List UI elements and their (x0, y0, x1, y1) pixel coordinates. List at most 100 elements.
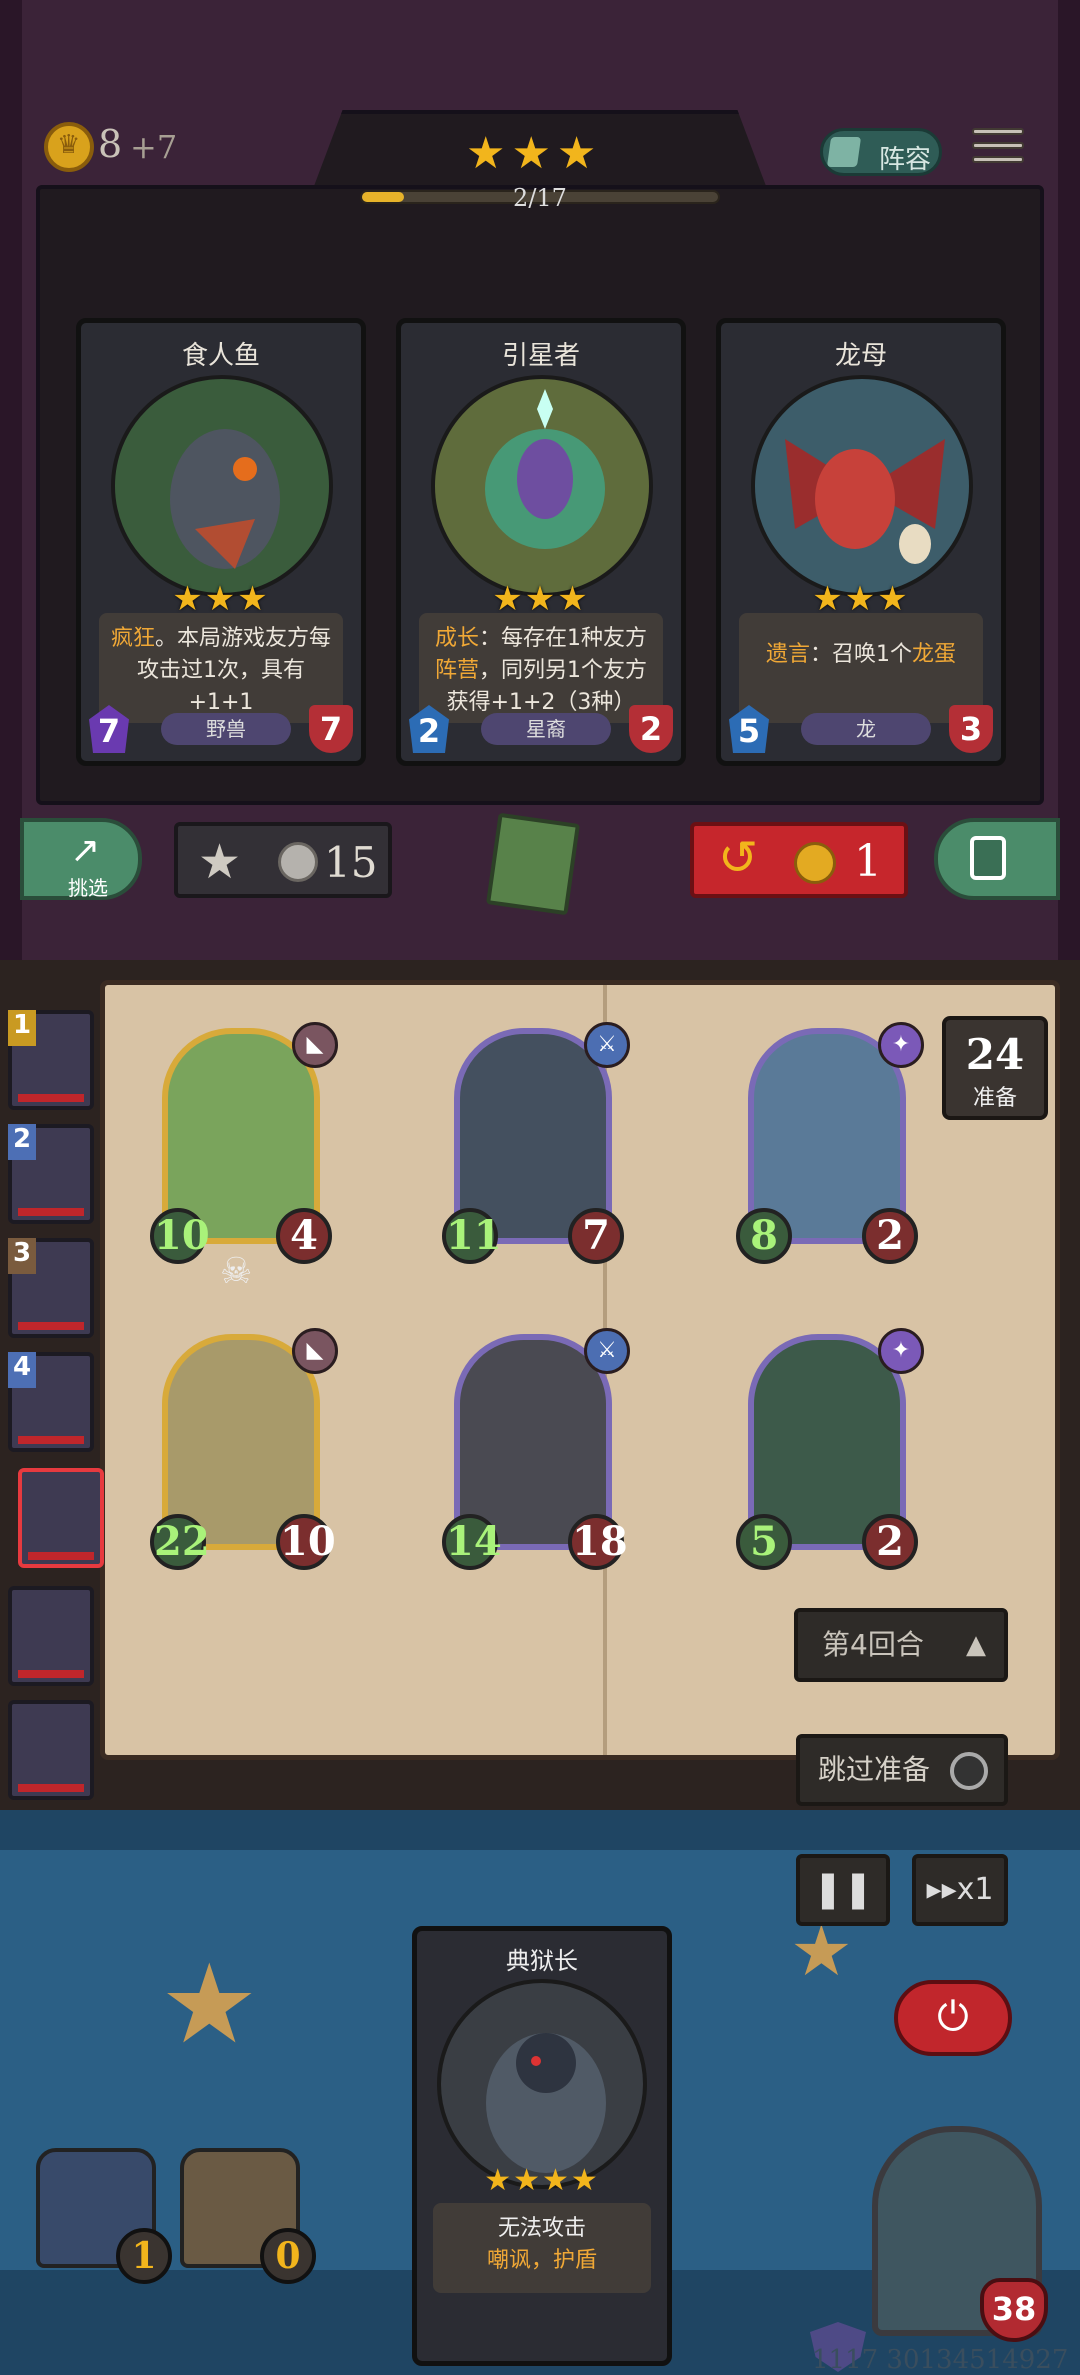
unit-health: 2 (862, 1514, 918, 1570)
lineup-button[interactable]: 阵容 (820, 128, 942, 176)
menu-icon[interactable] (972, 128, 1024, 176)
gold-coin-icon (44, 122, 94, 172)
skip-ready-label: 跳过准备 (818, 1753, 931, 1786)
tavern-stars: ★★★ (466, 128, 603, 179)
board-unit-moth[interactable]: ◣ 22 10 (150, 1328, 338, 1570)
card-description: 遗言：召唤1个龙蛋 (739, 613, 983, 723)
board-unit-crab[interactable]: ✦ 8 2 (736, 1022, 924, 1264)
unit-attack: 5 (736, 1514, 792, 1570)
select-label: 挑选 (68, 876, 108, 900)
lock-shop-button[interactable] (934, 818, 1060, 900)
unit-health: 7 (568, 1208, 624, 1264)
card-name: 龙母 (834, 341, 887, 371)
fast-forward-icon: ▸▸ (926, 1872, 957, 1907)
shop-card-piranha[interactable]: 食人鱼 ★★★ 疯狂。本局游戏友方每攻击过1次，具有+1+1 7 野兽 7 (76, 318, 366, 766)
pause-button[interactable]: ❚❚ (796, 1854, 890, 1926)
board-unit-viking[interactable]: ⚔ 14 18 (442, 1328, 630, 1570)
unit-attack: 8 (736, 1208, 792, 1264)
card-tribe: 龙 (801, 713, 931, 745)
treasure-chest-right[interactable]: 0 (180, 2148, 316, 2284)
gold-amount: 8 (98, 122, 123, 166)
power-icon: ⏻ (937, 1994, 969, 2040)
lineup-book-icon (826, 137, 862, 167)
sword-tribe-icon: ⚔ (584, 1328, 630, 1374)
beast-tribe-icon: ◣ (292, 1328, 338, 1374)
shop-frame-left (0, 0, 22, 960)
shop-card-starcaller[interactable]: 引星者 ★★★ 成长：每存在1种友方阵营，同列另1个友方获得+1+2（3种） 2… (396, 318, 686, 766)
skip-ready-toggle[interactable]: 跳过准备 (796, 1734, 1008, 1806)
gold-income: +7 (130, 128, 178, 166)
unit-attack: 14 (442, 1514, 502, 1570)
card-name: 食人鱼 (181, 341, 260, 371)
book-icon (485, 812, 581, 916)
unit-attack: 22 (150, 1514, 210, 1570)
card-name: 引星者 (501, 341, 580, 371)
dragon-mother-art (751, 375, 973, 597)
unit-attack: 11 (442, 1208, 502, 1264)
expand-up-icon: ▲ (966, 1630, 986, 1660)
lock-icon (970, 836, 1006, 880)
roster-portrait-active[interactable] (18, 1468, 104, 1568)
roster-portrait[interactable]: 1 (8, 1010, 94, 1110)
starcaller-art (431, 375, 653, 597)
beast-tribe-icon: ◣ (292, 1022, 338, 1068)
shop-card-dragon-mother[interactable]: 龙母 ★★★ 遗言：召唤1个龙蛋 5 龙 3 (716, 318, 1006, 766)
chest-count: 0 (260, 2228, 316, 2284)
ready-label: 准备 (972, 1086, 1017, 1111)
roster-portrait[interactable] (8, 1586, 94, 1686)
upgrade-tavern-button[interactable]: ★ 15 (174, 822, 392, 898)
card-health: 2 (629, 705, 673, 753)
upgrade-star-icon: ★ (198, 834, 242, 890)
speed-label: x1 (956, 1872, 994, 1907)
codex-book-button[interactable] (482, 812, 592, 916)
gold-coin-icon (794, 842, 836, 884)
unit-health: 18 (568, 1514, 628, 1570)
roster-portrait[interactable]: 2 (8, 1124, 94, 1224)
unit-attack: 10 (150, 1208, 210, 1264)
unit-health: 2 (862, 1208, 918, 1264)
opponent-roster: 1 2 3 4 (0, 1010, 104, 1930)
board-unit-caterpillar[interactable]: ◣ 10 4 ☠ (150, 1022, 338, 1292)
card-tribe: 野兽 (161, 713, 291, 745)
ready-countdown: 24 准备 (942, 1016, 1048, 1120)
select-button[interactable]: ↗ 挑选 (20, 818, 142, 900)
tavern-level-progress: 2/17 (513, 184, 567, 212)
reroll-button[interactable]: ↺ 1 (690, 822, 908, 898)
board-unit-mage[interactable]: ✦ 5 2 (736, 1328, 924, 1570)
unit-health: 4 (276, 1208, 332, 1264)
sword-tribe-icon: ⚔ (584, 1022, 630, 1068)
piranha-art (111, 375, 333, 597)
card-description: 疯狂。本局游戏友方每攻击过1次，具有+1+1 (99, 613, 343, 723)
star-tribe-icon: ✦ (878, 1328, 924, 1374)
surrender-power-button[interactable]: ⏻ (894, 1980, 1012, 2056)
roster-portrait[interactable] (8, 1700, 94, 1800)
hero-card-description: 无法攻击 嘲讽，护盾 (433, 2203, 651, 2293)
treasure-chest-left[interactable]: 1 (36, 2148, 172, 2284)
hero-card-name: 典狱长 (506, 1947, 578, 1975)
upgrade-cost: 15 (324, 838, 378, 887)
roster-portrait[interactable]: 4 (8, 1352, 94, 1452)
hero-power-card[interactable]: 典狱长 ★★★★ 无法攻击 嘲讽，护盾 (412, 1926, 672, 2366)
decor-star-icon: ★ (160, 1940, 259, 2068)
shop-panel: 8 +7 ★★★ 2/17 阵容 食人鱼 ★★★ 疯狂。本局游戏友方每攻击过1次… (0, 0, 1080, 960)
lineup-label: 阵容 (879, 145, 932, 175)
silver-coin-icon (278, 842, 318, 882)
reroll-arrow-icon: ↺ (718, 830, 759, 886)
card-health: 7 (309, 705, 353, 753)
card-description: 成长：每存在1种友方阵营，同列另1个友方获得+1+2（3种） (419, 613, 663, 723)
ready-count: 24 (965, 1030, 1025, 1079)
star-tribe-icon: ✦ (878, 1022, 924, 1068)
card-health: 3 (949, 705, 993, 753)
round-label: 第4回合 (822, 1628, 924, 1661)
shop-frame-right (1058, 0, 1080, 960)
speed-button[interactable]: ▸▸x1 (912, 1854, 1008, 1926)
warden-art (437, 1979, 647, 2189)
hero-card-stars: ★★★★ (484, 2163, 600, 2198)
toggle-knob (950, 1752, 988, 1790)
board-unit-brute[interactable]: ⚔ 11 7 (442, 1022, 630, 1264)
roster-portrait[interactable]: 3 (8, 1238, 94, 1338)
round-indicator-button[interactable]: 第4回合 ▲ (794, 1608, 1008, 1682)
watermark-text: 1117 30134514927 (812, 2345, 1069, 2375)
select-arrow-icon: ↗ (70, 830, 101, 871)
unit-health: 10 (276, 1514, 336, 1570)
